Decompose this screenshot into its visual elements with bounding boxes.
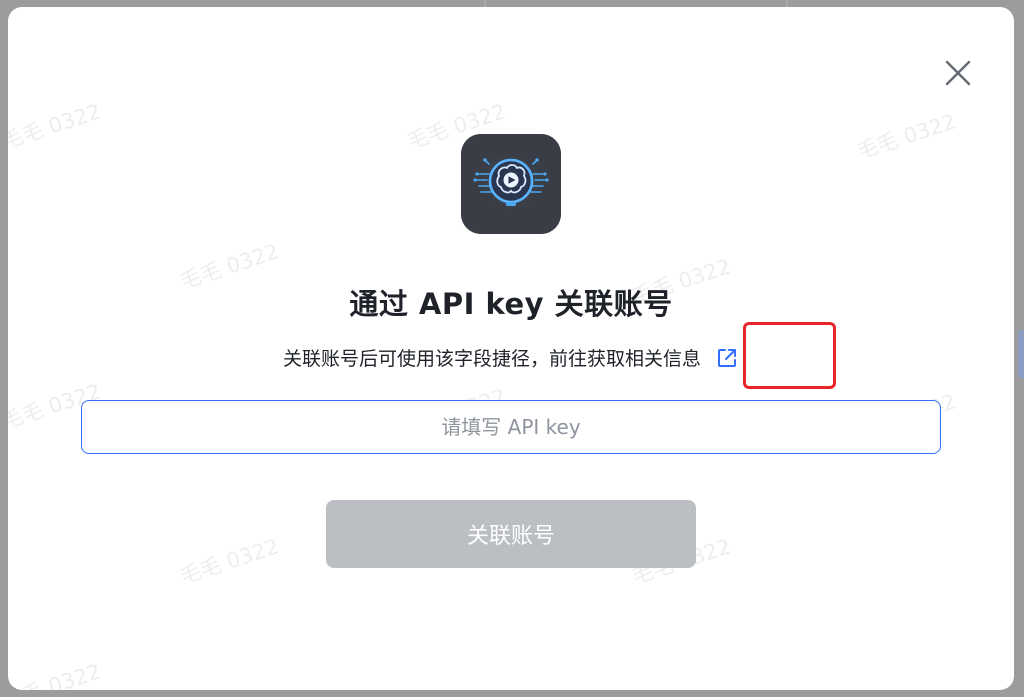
subtitle-row: 关联账号后可使用该字段捷径，前往获取相关信息 bbox=[8, 344, 1014, 371]
watermark: 毛毛 0322 bbox=[177, 534, 282, 589]
api-key-input[interactable] bbox=[81, 400, 941, 454]
link-account-dialog: 毛毛 0322 毛毛 0322 毛毛 0322 毛毛 0322 毛毛 0322 … bbox=[8, 7, 1014, 690]
watermark: 毛毛 0322 bbox=[854, 109, 959, 164]
brain-video-app-logo-icon bbox=[461, 134, 561, 234]
watermark: 毛毛 0322 bbox=[8, 99, 104, 154]
app-logo bbox=[461, 134, 561, 234]
external-link-icon bbox=[718, 348, 736, 367]
link-account-button[interactable]: 关联账号 bbox=[326, 500, 696, 568]
external-link-button[interactable] bbox=[715, 346, 739, 370]
close-button[interactable] bbox=[938, 53, 978, 93]
close-icon bbox=[945, 60, 971, 86]
bg-divider bbox=[786, 0, 788, 7]
bg-divider bbox=[484, 0, 486, 7]
bg-side-tab bbox=[1018, 330, 1024, 378]
dialog-title: 通过 API key 关联账号 bbox=[349, 287, 673, 321]
watermark: 毛毛 0322 bbox=[8, 659, 104, 690]
dialog-subtitle: 关联账号后可使用该字段捷径，前往获取相关信息 bbox=[282, 348, 701, 370]
